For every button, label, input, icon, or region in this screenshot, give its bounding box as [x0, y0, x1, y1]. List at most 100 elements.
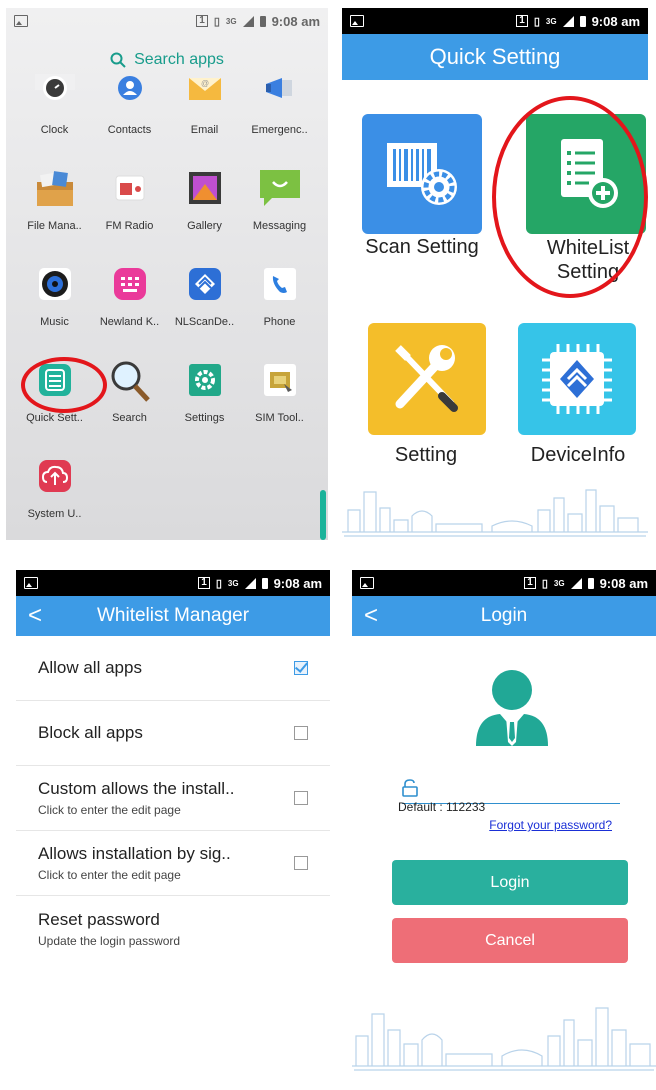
battery-icon — [259, 15, 266, 27]
city-skyline-decoration — [342, 489, 648, 537]
scan-setting-tile[interactable] — [362, 114, 482, 234]
app-label: Quick Sett.. — [26, 412, 83, 424]
sim-icon: 1 — [516, 15, 528, 27]
app-music[interactable]: Music — [17, 264, 92, 360]
page-title: Whitelist Manager — [96, 605, 250, 626]
phone-icon — [258, 264, 302, 308]
image-notification-icon — [360, 577, 374, 589]
sim-icon: 1 — [196, 15, 208, 27]
app-gallery[interactable]: Gallery — [167, 168, 242, 264]
status-time: 9:08 am — [599, 575, 648, 591]
signal-icon — [562, 15, 574, 27]
row-title: Allow all apps — [38, 658, 142, 677]
setting-tile[interactable] — [368, 323, 486, 435]
app-emergency[interactable]: Emergenc.. — [242, 72, 317, 168]
signature-checkbox[interactable] — [294, 856, 308, 870]
image-notification-icon — [14, 15, 28, 27]
allow-all-checkbox[interactable] — [294, 661, 308, 675]
app-fm-radio[interactable]: FM Radio — [92, 168, 167, 264]
app-email[interactable]: @ Email — [167, 72, 242, 168]
system-update-icon — [33, 456, 77, 500]
status-time: 9:08 am — [273, 575, 322, 591]
whitelist-header: < Whitelist Manager — [16, 596, 330, 636]
battery-icon — [579, 15, 586, 27]
row-subtitle: Click to enter the edit page — [38, 803, 181, 817]
page-title: Login — [480, 605, 528, 626]
contacts-icon — [108, 72, 152, 116]
back-arrow-icon[interactable]: < — [364, 602, 378, 630]
scrollbar[interactable] — [320, 490, 326, 540]
file-manager-icon — [33, 168, 77, 212]
quick-setting-screen: 1 ▯ 3G 9:08 am Quick Setting Scan Settin… — [342, 8, 648, 540]
vibrate-icon: ▯ — [533, 15, 540, 28]
row-title: Custom allows the install.. — [38, 779, 235, 798]
app-label: File Mana.. — [27, 220, 82, 232]
radio-icon — [108, 168, 152, 212]
app-clock[interactable]: Clock — [17, 72, 92, 168]
reset-password-row[interactable]: Reset password Update the login password — [16, 896, 330, 961]
app-label: Gallery — [187, 220, 222, 232]
signal-icon — [570, 577, 582, 589]
app-nlscan[interactable]: NLScanDe.. — [167, 264, 242, 360]
back-arrow-icon[interactable]: < — [28, 602, 42, 630]
search-icon — [108, 360, 152, 404]
deviceinfo-label: DeviceInfo — [530, 444, 626, 466]
gallery-icon — [183, 168, 227, 212]
messaging-icon — [258, 168, 302, 212]
app-newland-keyboard[interactable]: Newland K.. — [92, 264, 167, 360]
page-title: Quick Setting — [429, 44, 561, 69]
whitelist-manager-screen: 1 ▯ 3G 9:08 am < Whitelist Manager Allow… — [16, 570, 330, 1076]
row-subtitle: Update the login password — [38, 933, 181, 948]
highlight-circle-whitelist — [492, 96, 648, 298]
cancel-button[interactable]: Cancel — [392, 918, 628, 963]
music-icon — [33, 264, 77, 308]
svg-text:@: @ — [200, 79, 208, 88]
battery-icon — [261, 577, 268, 589]
allow-by-signature-row[interactable]: Allows installation by sig.. Click to en… — [16, 831, 330, 896]
app-phone[interactable]: Phone — [242, 264, 317, 360]
app-label: NLScanDe.. — [174, 316, 235, 328]
app-file-manager[interactable]: File Mana.. — [17, 168, 92, 264]
forgot-password-link[interactable]: Forgot your password? — [489, 818, 612, 832]
app-label: Search — [112, 412, 147, 424]
megaphone-icon — [258, 72, 302, 116]
app-label: Emergenc.. — [251, 124, 308, 136]
block-all-checkbox[interactable] — [294, 726, 308, 740]
battery-icon — [587, 577, 594, 589]
search-apps-label: Search apps — [134, 51, 224, 68]
app-contacts[interactable]: Contacts — [92, 72, 167, 168]
app-settings[interactable]: Settings — [167, 360, 242, 456]
quick-setting-header: Quick Setting — [342, 34, 648, 80]
app-system-update[interactable]: System U.. — [17, 456, 92, 540]
gear-icon — [183, 360, 227, 404]
status-time: 9:08 am — [271, 13, 320, 29]
barcode-gear-icon — [387, 143, 457, 205]
city-skyline-decoration — [352, 1007, 656, 1071]
app-label: Messaging — [252, 220, 307, 232]
custom-allows-checkbox[interactable] — [294, 791, 308, 805]
network-type-icon: 3G — [225, 16, 237, 26]
app-label: Music — [40, 316, 69, 328]
login-screen: 1 ▯ 3G 9:08 am < Login Default : 112233 … — [352, 570, 656, 1076]
row-subtitle: Click to enter the edit page — [38, 868, 181, 882]
deviceinfo-tile[interactable] — [518, 323, 636, 435]
app-grid: Clock Contacts @ Email Emergenc.. File M — [6, 72, 328, 540]
email-icon: @ — [183, 72, 227, 116]
app-label: Clock — [40, 124, 69, 136]
login-button[interactable]: Login — [392, 860, 628, 905]
row-title: Allows installation by sig.. — [38, 844, 231, 863]
app-label: FM Radio — [105, 220, 154, 232]
block-all-apps-row[interactable]: Block all apps — [16, 701, 330, 766]
custom-allows-install-row[interactable]: Custom allows the install.. Click to ent… — [16, 766, 330, 831]
app-sim-toolkit[interactable]: SIM Tool.. — [242, 360, 317, 456]
app-label: Contacts — [107, 124, 152, 136]
signal-icon — [242, 15, 254, 27]
allow-all-apps-row[interactable]: Allow all apps — [16, 636, 330, 701]
network-type-icon: 3G — [545, 16, 557, 26]
sim-toolkit-icon — [258, 360, 302, 404]
image-notification-icon — [24, 577, 38, 589]
network-type-icon: 3G — [553, 578, 565, 588]
app-messaging[interactable]: Messaging — [242, 168, 317, 264]
app-label: Email — [190, 124, 219, 136]
signal-icon — [244, 577, 256, 589]
